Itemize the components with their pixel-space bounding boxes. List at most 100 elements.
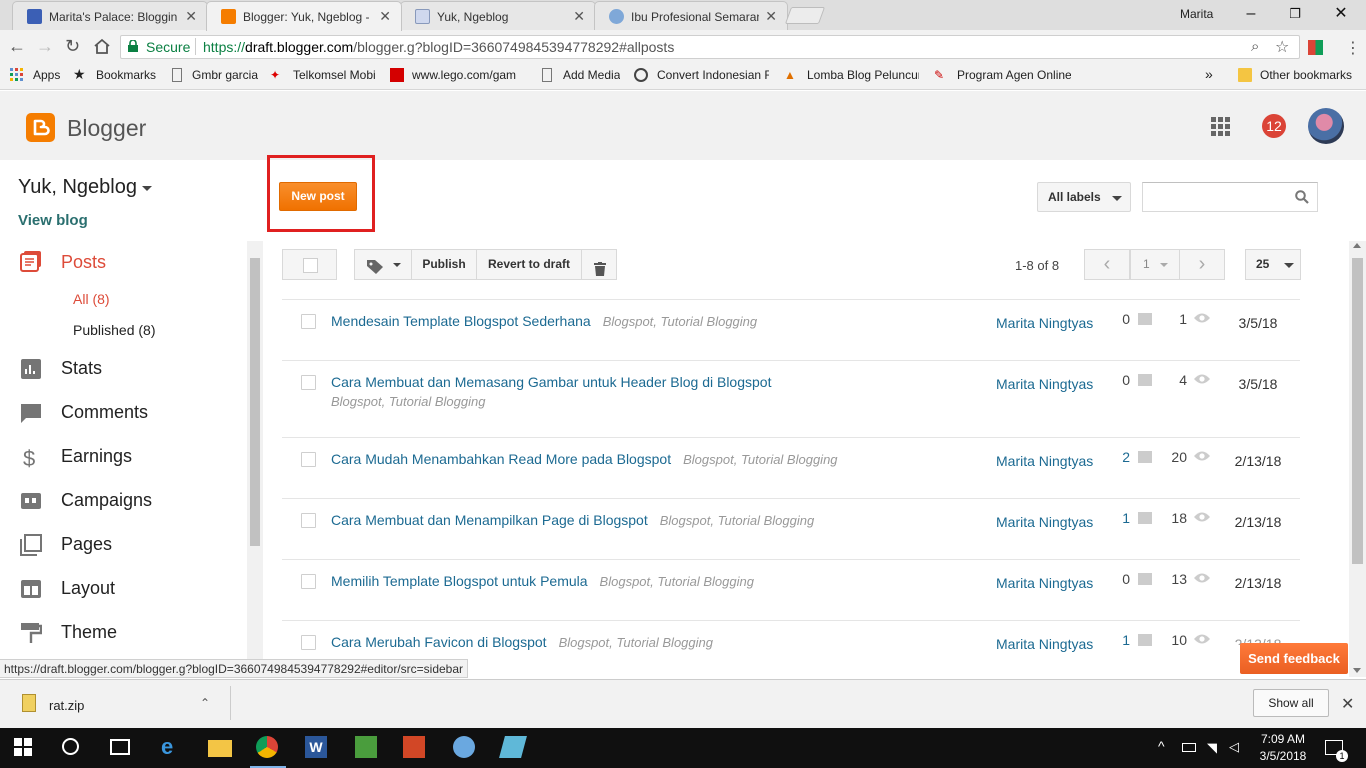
delete-button[interactable] [581, 249, 617, 280]
post-label[interactable]: Blogspot [603, 314, 654, 329]
post-author[interactable]: Marita Ningtyas [996, 453, 1093, 469]
post-label[interactable]: Blogspot [683, 452, 734, 467]
post-label[interactable]: Blogspot [559, 635, 610, 650]
sidebar-item-published[interactable]: Published (8) [73, 322, 156, 338]
window-close-icon[interactable]: ✕ [1326, 3, 1356, 25]
post-title[interactable]: Cara Merubah Favicon di Blogspot Blogspot… [331, 634, 713, 650]
main-scrollbar-thumb[interactable] [1352, 258, 1363, 564]
bookmark-lego[interactable]: www.lego.com/gam [412, 68, 526, 82]
per-page-select[interactable]: 25 [1245, 249, 1301, 280]
sidebar-item-stats[interactable]: Stats [61, 358, 102, 379]
post-author[interactable]: Marita Ningtyas [996, 575, 1093, 591]
select-all-checkbox[interactable] [282, 249, 337, 280]
restore-icon[interactable]: ❐ [1280, 3, 1310, 25]
post-title-text[interactable]: Memilih Template Blogspot untuk Pemula [331, 573, 588, 589]
tab-maritas-palace[interactable]: Marita's Palace: Blogging ✕ [12, 1, 208, 30]
post-label[interactable]: Tutorial Blogging [616, 635, 713, 650]
post-label[interactable]: Blogspot [331, 394, 382, 409]
page-select[interactable]: 1 [1130, 249, 1180, 280]
post-title-text[interactable]: Cara Membuat dan Memasang Gambar untuk H… [331, 374, 771, 390]
avatar[interactable] [1308, 108, 1344, 144]
download-file-name[interactable]: rat.zip [49, 698, 84, 713]
search-icon[interactable] [62, 738, 79, 755]
comment-count[interactable]: 1 [1110, 632, 1130, 648]
sidebar-item-earnings[interactable]: Earnings [61, 446, 132, 467]
label-dropdown[interactable] [354, 249, 412, 280]
clock[interactable]: 7:09 AM 3/5/2018 [1258, 731, 1308, 765]
blogger-logo-icon[interactable] [26, 113, 55, 142]
post-label[interactable]: Blogspot [600, 574, 651, 589]
post-title-text[interactable]: Cara Merubah Favicon di Blogspot [331, 634, 547, 650]
sidebar-item-pages[interactable]: Pages [61, 534, 112, 555]
post-title[interactable]: Mendesain Template Blogspot Sederhana Blo… [331, 313, 757, 329]
post-checkbox[interactable] [301, 314, 316, 329]
post-title-text[interactable]: Cara Mudah Menambahkan Read More pada Bl… [331, 451, 671, 467]
tab-ibu-profesional[interactable]: Ibu Profesional Semarang ✕ [594, 1, 788, 30]
all-labels-dropdown[interactable]: All labels [1037, 182, 1131, 212]
sidebar-scrollbar-thumb[interactable] [250, 258, 260, 546]
post-author[interactable]: Marita Ningtyas [996, 376, 1093, 392]
send-feedback-button[interactable]: Send feedback [1240, 643, 1348, 674]
bookmark-telkomsel[interactable]: Telkomsel Mobi [293, 68, 376, 82]
post-title[interactable]: Memilih Template Blogspot untuk Pemula Bl… [331, 573, 754, 589]
close-icon[interactable]: ✕ [1341, 694, 1354, 714]
post-label[interactable]: Tutorial Blogging [657, 574, 754, 589]
comment-count[interactable]: 2 [1110, 449, 1130, 465]
next-page-button[interactable]: › [1179, 249, 1225, 280]
powerpoint-icon[interactable] [403, 736, 425, 758]
bookmark-add-media[interactable]: Add Media [563, 68, 620, 82]
notifications-badge[interactable]: 12 [1262, 114, 1286, 138]
sidebar-item-all-posts[interactable]: All (8) [73, 291, 110, 307]
post-author[interactable]: Marita Ningtyas [996, 636, 1093, 652]
close-icon[interactable]: ✕ [573, 8, 585, 25]
bookmark-convert-indonesian[interactable]: Convert Indonesian R [657, 68, 769, 82]
forward-icon[interactable]: → [36, 36, 54, 57]
bookmark-apps[interactable]: Apps [33, 68, 60, 82]
close-icon[interactable]: ✕ [185, 8, 197, 25]
bookmark-lomba-blog[interactable]: Lomba Blog Peluncur [807, 68, 919, 82]
post-checkbox[interactable] [301, 452, 316, 467]
post-checkbox[interactable] [301, 375, 316, 390]
prev-page-button[interactable]: ‹ [1084, 249, 1130, 280]
blogger-brand[interactable]: Blogger [67, 115, 146, 142]
chevron-up-icon[interactable]: ⌃ [200, 696, 210, 710]
edge-icon[interactable]: e [161, 736, 183, 758]
minimize-icon[interactable]: – [1236, 3, 1266, 25]
file-explorer-icon[interactable] [208, 740, 232, 757]
profile-name[interactable]: Marita [1180, 7, 1213, 21]
paint-icon[interactable] [453, 736, 475, 758]
post-label[interactable]: Blogspot [660, 513, 711, 528]
other-bookmarks[interactable]: Other bookmarks [1260, 68, 1352, 82]
volume-icon[interactable]: ◁ [1229, 739, 1239, 755]
post-labels[interactable]: Blogspot, Tutorial Blogging [331, 393, 485, 409]
sidebar-item-theme[interactable]: Theme [61, 622, 117, 643]
bookmark-bookmarks[interactable]: Bookmarks [96, 68, 156, 82]
task-view-icon[interactable] [110, 739, 130, 755]
google-apps-icon[interactable] [1211, 117, 1230, 136]
reload-icon[interactable]: ↻ [65, 36, 80, 57]
sidebar-item-posts[interactable]: Posts [61, 252, 106, 273]
back-icon[interactable]: ← [8, 36, 26, 57]
scroll-down-arrow[interactable] [1353, 668, 1361, 673]
new-tab-button[interactable] [784, 7, 826, 24]
view-blog-link[interactable]: View blog [18, 212, 88, 229]
spreadsheet-icon[interactable] [355, 736, 377, 758]
tab-yuk-ngeblog[interactable]: Yuk, Ngeblog ✕ [400, 1, 596, 30]
post-title[interactable]: Cara Mudah Menambahkan Read More pada Bl… [331, 451, 838, 467]
battery-icon[interactable] [1182, 743, 1196, 752]
search-input[interactable] [1142, 182, 1318, 212]
chevron-down-icon[interactable] [142, 186, 152, 191]
post-checkbox[interactable] [301, 574, 316, 589]
windows-start-icon[interactable] [14, 738, 36, 760]
post-checkbox[interactable] [301, 513, 316, 528]
star-icon[interactable]: ☆ [1275, 37, 1289, 57]
post-label[interactable]: Tutorial Blogging [661, 314, 758, 329]
post-label[interactable]: Tutorial Blogging [718, 513, 815, 528]
close-icon[interactable]: ✕ [379, 8, 391, 25]
post-label[interactable]: Tutorial Blogging [389, 394, 486, 409]
post-title-text[interactable]: Mendesain Template Blogspot Sederhana [331, 313, 591, 329]
url-text[interactable]: https://draft.blogger.com/blogger.g?blog… [203, 39, 674, 55]
close-icon[interactable]: ✕ [765, 8, 777, 25]
bookmark-gmbr-garcia[interactable]: Gmbr garcia [192, 68, 258, 82]
sidebar-item-layout[interactable]: Layout [61, 578, 115, 599]
